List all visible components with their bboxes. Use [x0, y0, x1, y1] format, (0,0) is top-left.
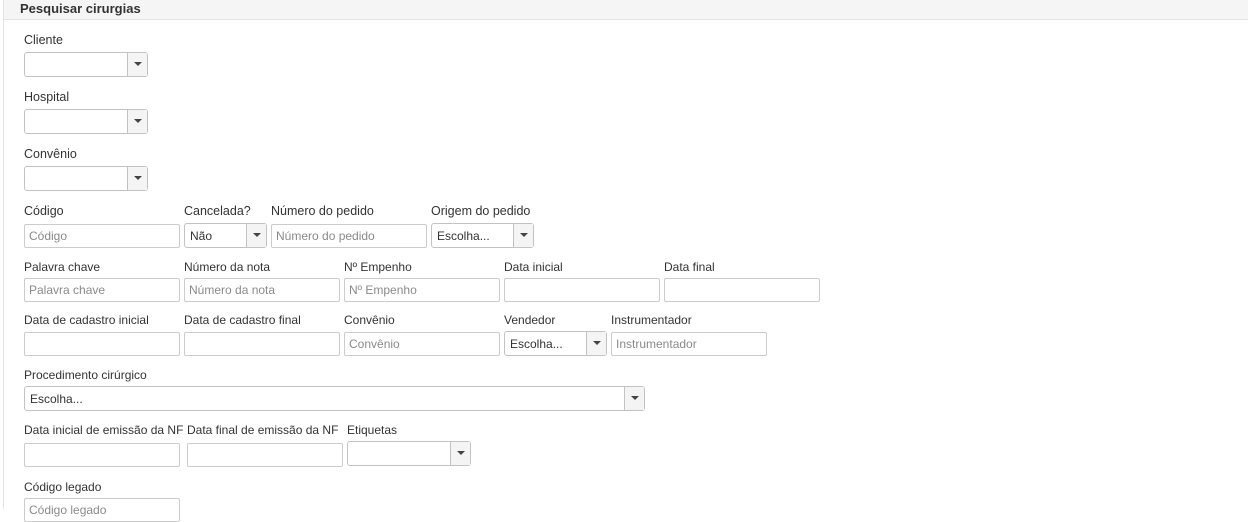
- convenio-text-input[interactable]: [344, 332, 500, 356]
- codigo-legado-label: Código legado: [24, 480, 102, 494]
- origem-pedido-dropdown-button[interactable]: [513, 224, 533, 247]
- palavra-chave-label: Palavra chave: [24, 260, 101, 274]
- etiquetas-select[interactable]: [347, 441, 471, 466]
- numero-nota-input[interactable]: [184, 278, 340, 302]
- data-inicial-label: Data inicial: [504, 260, 563, 274]
- procedimento-label: Procedimento cirúrgico: [24, 368, 147, 382]
- chevron-down-icon: [520, 233, 528, 237]
- panel-title: Pesquisar cirurgias: [20, 1, 141, 16]
- data-inicial-input[interactable]: [504, 278, 660, 302]
- origem-pedido-select-value: Escolha...: [437, 229, 490, 243]
- vendedor-select-value: Escolha...: [510, 337, 563, 351]
- etiquetas-label: Etiquetas: [347, 423, 398, 437]
- data-final-label: Data final: [664, 260, 715, 274]
- cliente-dropdown-button[interactable]: [127, 53, 147, 76]
- numero-pedido-label: Número do pedido: [271, 204, 374, 218]
- instrumentador-input[interactable]: [611, 332, 767, 356]
- convenio-dropdown-button[interactable]: [127, 167, 147, 190]
- cancelada-label: Cancelada?: [184, 204, 251, 218]
- procedimento-dropdown-button[interactable]: [624, 387, 644, 410]
- chevron-down-icon: [457, 451, 465, 455]
- convenio-text-label: Convênio: [344, 313, 395, 327]
- chevron-down-icon: [134, 62, 142, 66]
- convenio-select-label: Convênio: [24, 147, 77, 161]
- cancelada-select-value: Não: [190, 229, 213, 243]
- procedimento-select[interactable]: Escolha...: [24, 386, 645, 411]
- chevron-down-icon: [631, 396, 639, 400]
- empenho-input[interactable]: [344, 278, 500, 302]
- origem-pedido-label: Origem do pedido: [431, 204, 531, 218]
- chevron-down-icon: [134, 176, 142, 180]
- chevron-down-icon: [253, 233, 261, 237]
- vendedor-label: Vendedor: [504, 313, 556, 327]
- codigo-input[interactable]: [24, 224, 180, 248]
- cancelada-select[interactable]: Não: [184, 223, 267, 248]
- empenho-label: Nº Empenho: [344, 260, 412, 274]
- data-final-nf-input[interactable]: [187, 443, 343, 467]
- data-final-input[interactable]: [664, 278, 820, 302]
- chevron-down-icon: [134, 119, 142, 123]
- convenio-select[interactable]: [24, 166, 148, 191]
- vendedor-dropdown-button[interactable]: [586, 332, 606, 355]
- codigo-label: Código: [24, 204, 64, 218]
- origem-pedido-select[interactable]: Escolha...: [431, 223, 534, 248]
- etiquetas-dropdown-button[interactable]: [450, 442, 470, 465]
- panel-header: Pesquisar cirurgias: [4, 0, 1248, 20]
- vendedor-select[interactable]: Escolha...: [504, 331, 607, 356]
- hospital-label: Hospital: [24, 90, 70, 104]
- chevron-down-icon: [593, 341, 601, 345]
- cliente-select[interactable]: [24, 52, 148, 77]
- data-final-nf-label: Data final de emissão da NF: [187, 423, 339, 437]
- procedimento-select-value: Escolha...: [30, 392, 83, 406]
- hospital-select[interactable]: [24, 109, 148, 134]
- numero-nota-label: Número da nota: [184, 260, 271, 274]
- data-cadastro-inicial-input[interactable]: [24, 332, 180, 356]
- numero-pedido-input[interactable]: [271, 224, 427, 248]
- palavra-chave-input[interactable]: [24, 278, 180, 302]
- codigo-legado-input[interactable]: [24, 498, 180, 522]
- cliente-label: Cliente: [24, 33, 63, 47]
- cancelada-dropdown-button[interactable]: [246, 224, 266, 247]
- hospital-dropdown-button[interactable]: [127, 110, 147, 133]
- instrumentador-label: Instrumentador: [611, 313, 692, 327]
- data-inicial-nf-label: Data inicial de emissão da NF: [24, 423, 184, 437]
- data-cadastro-final-label: Data de cadastro final: [184, 313, 301, 327]
- data-cadastro-final-input[interactable]: [184, 332, 340, 356]
- data-inicial-nf-input[interactable]: [24, 443, 180, 467]
- data-cadastro-inicial-label: Data de cadastro inicial: [24, 313, 149, 327]
